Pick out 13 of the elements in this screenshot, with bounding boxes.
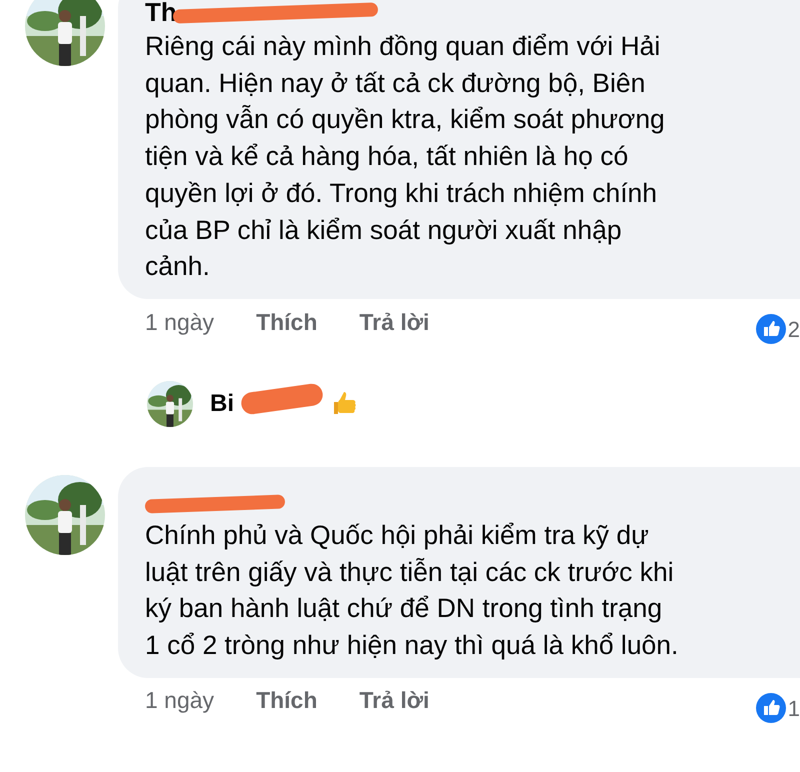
author-name[interactable]: Bi	[210, 386, 234, 422]
reaction-count: 2	[788, 316, 800, 344]
author-name[interactable]: Th	[145, 0, 177, 27]
like-link[interactable]: Thích	[256, 683, 318, 718]
comment-text: Chính phủ và Quốc hội phải kiểm tra kỹ dự luật trên giấy và thực tiễn tại các ck trước khi ký ban hành luật chứ để DN trong tình trạng 1 cổ 2 tròng như hiện nay thì quá là khổ luôn.	[145, 518, 680, 662]
like-link[interactable]: Thích	[256, 304, 318, 340]
reply-link[interactable]: Trả lời	[359, 683, 430, 718]
thumbs-up-icon	[334, 390, 358, 417]
reply-link[interactable]: Trả lời	[359, 304, 430, 340]
timestamp: 1 ngày	[145, 308, 214, 337]
timestamp: 1 ngày	[145, 686, 214, 716]
comment-text: Riêng cái này mình đồng quan điểm với Hải quan. Hiện nay ở tất cả ck đường bộ, Biên phòng vẫn có quyền ktra, kiểm soát phương tiện và kể cả hàng hóa, tất nhiên là họ có quyền lợi ở đó. Trong khi trách nhiệm chính của BP chỉ là kiểm soát người xuất nhập cảnh.	[145, 30, 666, 284]
reaction-count: 1	[788, 694, 800, 723]
